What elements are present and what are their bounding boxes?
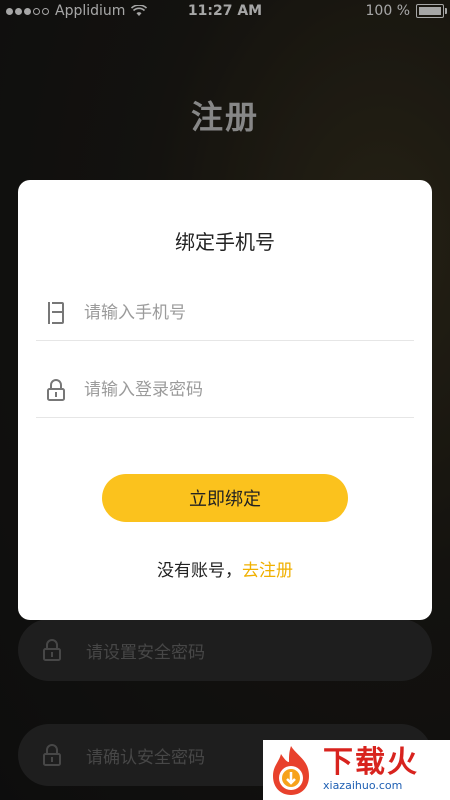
register-row: 没有账号，去注册	[18, 556, 432, 581]
watermark-brand-en: xiazaihuo.com	[323, 779, 403, 792]
no-account-text: 没有账号，	[157, 561, 242, 581]
watermark-text: 下载火 xiazaihuo.com	[323, 747, 419, 793]
lock-icon	[46, 378, 66, 402]
phone-icon	[46, 301, 66, 325]
phone-field[interactable]	[36, 286, 414, 341]
password-input[interactable]	[82, 379, 386, 401]
watermark: 下载火 xiazaihuo.com	[263, 740, 450, 800]
bind-now-button[interactable]: 立即绑定	[102, 474, 348, 522]
modal-title: 绑定手机号	[175, 230, 275, 254]
login-password-field[interactable]	[36, 363, 414, 418]
flame-logo-icon	[273, 746, 309, 795]
bind-phone-modal: 绑定手机号 立即绑定 没有账号，去注册	[18, 180, 432, 620]
register-link[interactable]: 去注册	[242, 561, 293, 581]
phone-input[interactable]	[82, 302, 386, 324]
watermark-brand-cn: 下载火	[323, 745, 419, 780]
